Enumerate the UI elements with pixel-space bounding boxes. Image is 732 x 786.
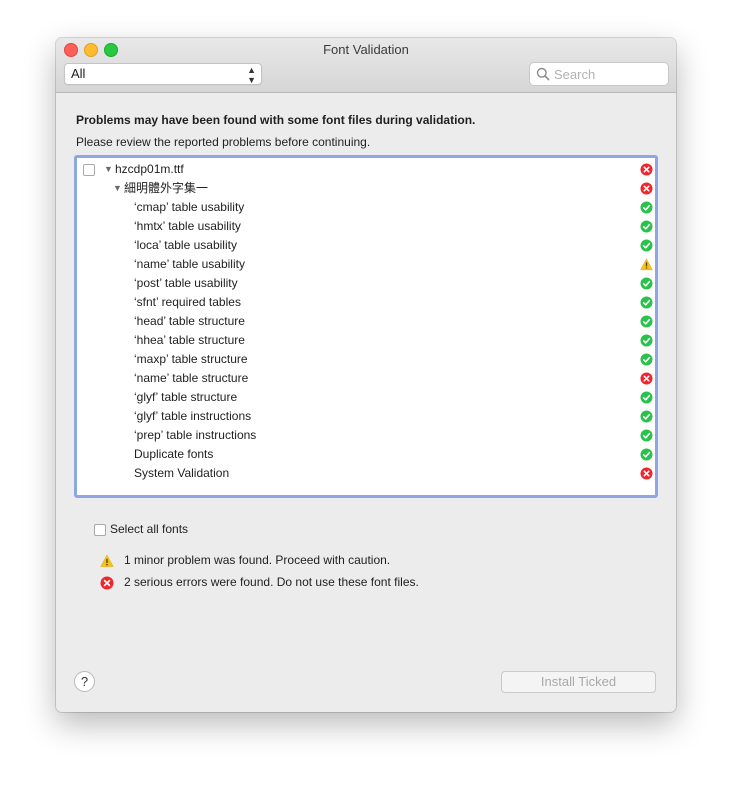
checkmark-icon — [640, 239, 653, 252]
filter-value: All — [71, 66, 86, 81]
warning-icon — [640, 258, 653, 271]
install-ticked-button[interactable]: Install Ticked — [501, 671, 656, 693]
problems-subline: Please review the reported problems befo… — [76, 135, 371, 149]
check-label: ‘cmap’ table usability — [134, 200, 245, 214]
check-label: ‘head’ table structure — [134, 314, 245, 328]
font-file-checkbox[interactable] — [83, 164, 95, 176]
check-label: ‘hmtx’ table usability — [134, 219, 241, 233]
check-label: ‘name’ table structure — [134, 371, 249, 385]
disclosure-triangle-icon[interactable]: ▼ — [104, 160, 113, 179]
error-icon — [100, 576, 114, 590]
search-field[interactable] — [529, 62, 669, 86]
check-row[interactable]: ‘maxp’ table structure — [77, 350, 655, 369]
checkmark-icon — [640, 315, 653, 328]
checkmark-icon — [640, 391, 653, 404]
check-row[interactable]: ‘name’ table structure — [77, 369, 655, 388]
checkmark-icon — [640, 334, 653, 347]
check-label: ‘post’ table usability — [134, 276, 238, 290]
check-label: ‘loca’ table usability — [134, 238, 237, 252]
help-button[interactable]: ? — [74, 671, 95, 692]
search-input[interactable] — [554, 65, 662, 83]
check-label: System Validation — [134, 466, 230, 480]
check-row[interactable]: ‘head’ table structure — [77, 312, 655, 331]
check-label: ‘name’ table usability — [134, 257, 245, 271]
checkmark-icon — [640, 220, 653, 233]
check-row[interactable]: ‘hhea’ table structure — [77, 331, 655, 350]
chevron-updown-icon: ▲ ▼ — [247, 65, 256, 85]
check-label: ‘maxp’ table structure — [134, 352, 248, 366]
checkmark-icon — [640, 277, 653, 290]
check-row[interactable]: ‘hmtx’ table usability — [77, 217, 655, 236]
select-all-checkbox[interactable] — [94, 524, 106, 536]
window-title: Font Validation — [323, 42, 409, 57]
check-label: ‘glyf’ table instructions — [134, 409, 252, 423]
title-bar: Font Validation All ▲ ▼ — [56, 38, 676, 93]
checkmark-icon — [640, 201, 653, 214]
check-row[interactable]: ‘glyf’ table instructions — [77, 407, 655, 426]
check-row[interactable]: ‘loca’ table usability — [77, 236, 655, 255]
check-row[interactable]: System Validation — [77, 464, 655, 483]
checkmark-icon — [640, 448, 653, 461]
warning-icon — [100, 554, 114, 567]
font-validation-window: Font Validation All ▲▼ Problems may have… — [56, 38, 676, 712]
checkmark-icon — [640, 429, 653, 442]
disclosure-triangle-icon[interactable]: ▼ — [113, 179, 122, 198]
font-file-row[interactable]: ▼ hzcdp01m.ttf — [77, 160, 655, 179]
warning-summary-text: 1 minor problem was found. Proceed with … — [124, 553, 391, 567]
check-label: ‘sfnt’ required tables — [134, 295, 241, 309]
check-label: Duplicate fonts — [134, 447, 214, 461]
check-label: ‘prep’ table instructions — [134, 428, 257, 442]
checkmark-icon — [640, 353, 653, 366]
error-icon — [640, 163, 653, 176]
validation-results-list[interactable]: ▼ hzcdp01m.ttf ▼ 細明體外字集一 ‘cmap’ table us… — [74, 155, 658, 498]
checkmark-icon — [640, 410, 653, 423]
check-row[interactable]: Duplicate fonts — [77, 445, 655, 464]
font-face-row[interactable]: ▼ 細明體外字集一 — [77, 179, 655, 198]
filter-popup[interactable]: All ▲ ▼ — [64, 63, 262, 85]
error-icon — [640, 467, 653, 480]
check-label: ‘glyf’ table structure — [134, 390, 238, 404]
error-summary-text: 2 serious errors were found. Do not use … — [124, 575, 419, 589]
problems-headline: Problems may have been found with some f… — [76, 113, 476, 127]
search-icon — [536, 67, 550, 81]
check-row[interactable]: ‘post’ table usability — [77, 274, 655, 293]
check-label: ‘hhea’ table structure — [134, 333, 245, 347]
font-face-name: 細明體外字集一 — [124, 181, 209, 195]
check-row[interactable]: ‘name’ table usability — [77, 255, 655, 274]
checkmark-icon — [640, 296, 653, 309]
error-icon — [640, 182, 653, 195]
check-row[interactable]: ‘glyf’ table structure — [77, 388, 655, 407]
error-icon — [640, 372, 653, 385]
check-row[interactable]: ‘sfnt’ required tables — [77, 293, 655, 312]
check-row[interactable]: ‘cmap’ table usability — [77, 198, 655, 217]
check-row[interactable]: ‘prep’ table instructions — [77, 426, 655, 445]
select-all-label: Select all fonts — [110, 522, 189, 536]
font-file-name: hzcdp01m.ttf — [115, 162, 184, 176]
